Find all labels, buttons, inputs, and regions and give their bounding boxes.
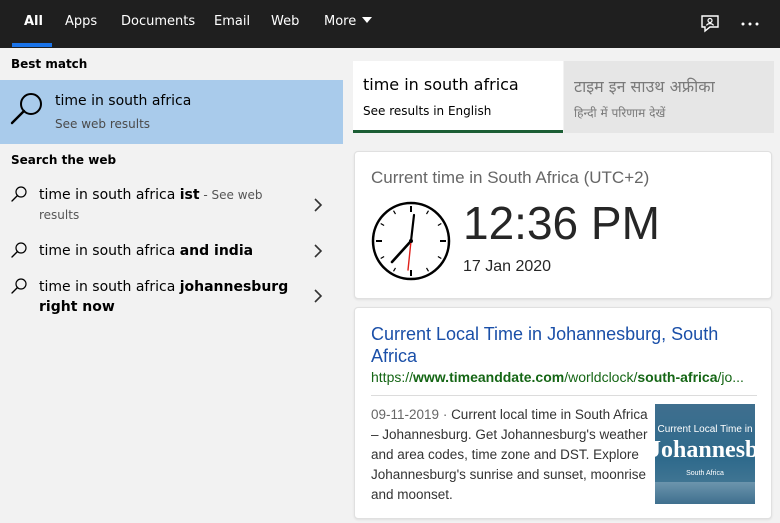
url-domain: www.timeanddate.com [413,369,565,385]
search-icon [11,186,27,202]
tab-email[interactable]: Email [214,0,250,48]
web-result-thumbnail[interactable]: Current Local Time in Johannesburg South… [655,404,755,504]
tab-more-label: More [324,14,357,29]
tab-documents[interactable]: Documents [121,0,195,48]
language-tab-title: time in south africa [363,75,519,94]
url-path: /worldclock/ [564,369,638,385]
tab-all[interactable]: All [24,0,43,48]
suggestion-text: time in south africa and india [39,241,289,261]
best-match-subtitle: See web results [55,117,151,131]
suggestion-item[interactable]: time in south africa and india [0,238,343,268]
url-path-bold: south-africa [637,369,718,385]
search-web-heading: Search the web [11,153,117,167]
web-result-title-link[interactable]: Current Local Time in Johannesburg, Sout… [371,323,741,367]
chevron-right-icon[interactable] [313,243,323,259]
web-result-card: Current Local Time in Johannesburg, Sout… [354,307,772,519]
language-tab-title: टाइम इन साउथ अफ्रीका [574,77,715,96]
web-result-url[interactable]: https://www.timeanddate.com/worldclock/s… [371,369,756,385]
suggestion-item[interactable]: time in south africa ist - See web resul… [0,180,343,230]
results-list-pane: Best match time in south africa See web … [0,48,343,523]
language-tab-hindi[interactable]: टाइम इन साउथ अफ्रीका हिन्दी में परिणाम द… [564,61,774,133]
language-tab-subtitle: See results in English [363,104,492,118]
more-options-icon[interactable] [738,12,762,36]
preview-pane: time in south africa See results in Engl… [343,48,780,523]
feedback-icon[interactable] [698,12,722,36]
search-icon [11,278,27,294]
active-tab-indicator [12,43,52,47]
suggestion-prefix: time in south africa [39,243,180,259]
suggestion-text: time in south africa ist - See web resul… [39,185,289,225]
chevron-down-icon [362,17,373,23]
thumbnail-country: South Africa [686,470,724,477]
chevron-right-icon[interactable] [313,197,323,213]
divider [371,395,757,396]
suggestion-bold: and india [179,243,254,259]
thumbnail-caption: Current Local Time in [657,424,753,435]
search-scope-bar: All Apps Documents Email Web More [0,0,780,48]
current-date: 17 Jan 2020 [463,258,552,275]
web-result-separator: · [439,407,452,422]
time-card-heading: Current time in South Africa (UTC+2) [371,168,650,187]
web-result-date: 09-11-2019 [371,407,440,422]
web-result-description: 09-11-2019 · Current local time in South… [371,405,651,505]
url-prefix: https:// [371,369,414,385]
tab-web[interactable]: Web [271,0,299,48]
suggestion-bold: ist [179,187,200,203]
thumbnail-city: Johannesburg [655,437,755,463]
search-icon [11,242,27,258]
chevron-right-icon[interactable] [313,288,323,304]
tab-apps[interactable]: Apps [65,0,97,48]
suggestion-prefix: time in south africa [39,187,180,203]
language-tab-subtitle: हिन्दी में परिणाम देखें [574,106,666,120]
search-icon [10,93,42,125]
current-time: 12:36 PM [463,197,660,249]
language-tab-english[interactable]: time in south africa See results in Engl… [353,61,563,133]
suggestion-prefix: time in south africa [39,279,180,295]
thumbnail-skyline [655,482,755,504]
suggestion-item[interactable]: time in south africa johannesburg right … [0,274,343,320]
time-card: Current time in South Africa (UTC+2) 12:… [354,151,772,299]
best-match-heading: Best match [11,57,88,71]
suggestion-text: time in south africa johannesburg right … [39,277,289,317]
best-match-title: time in south africa [55,93,192,109]
url-suffix: /jo... [717,369,744,385]
tab-more[interactable]: More [324,0,373,48]
analog-clock-icon [371,201,451,281]
best-match-result[interactable]: time in south africa See web results [0,80,343,144]
